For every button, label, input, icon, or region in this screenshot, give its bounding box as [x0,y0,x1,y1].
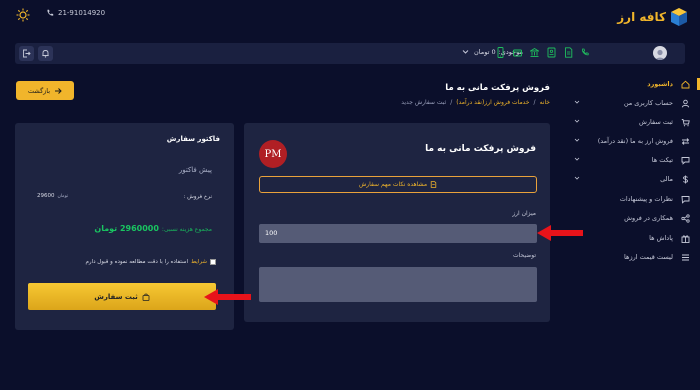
sidebar-item-finance[interactable]: مالی [568,172,690,186]
amount-input[interactable]: 100 [259,224,537,243]
share-icon [681,213,690,223]
notifications-button[interactable] [38,46,53,61]
brand-logo[interactable]: کافه ارز [617,7,688,27]
dollar-icon [683,175,688,183]
top-bar: کافه ارز 21-91014920 [0,0,700,34]
sidebar-item-label: نظرات و پیشنهادات [619,195,673,203]
sell-order-card: فروش پرفکت مانی به ما PM مشاهده نکات مهم… [244,123,550,322]
id-card-icon[interactable] [547,47,556,58]
sidebar-item-feedback[interactable]: نظرات و پیشنهادات [568,192,690,206]
breadcrumb-services[interactable]: خدمات فروش ارز(نقد درآمد) [456,99,529,106]
balance-value: 0 تومان [474,48,496,56]
invoice-card: فاکتور سفارش پیش فاکتور نرخ فروش : 29600… [15,123,234,330]
sidebar-item-label: لیست قیمت ارزها [624,253,673,261]
sidebar-item-label: حساب کاربری من [623,99,673,107]
sidebar-item-label: ثبت سفارش [638,118,673,126]
sidebar-item-label: فروش ارز به ما (نقد درآمد) [597,137,673,145]
document-icon [430,181,437,188]
home-icon [681,80,690,88]
arrow-right-icon [55,87,62,94]
user-avatar-icon [655,49,665,60]
terms-checkbox[interactable] [210,259,216,265]
document-icon[interactable] [564,47,573,58]
chevron-down-icon [462,50,469,54]
description-label: توضیحات [512,252,536,259]
sidebar-item-rewards[interactable]: پاداش ها [568,231,690,245]
total-label: مجموع هزینه نسبی: [161,226,212,233]
sidebar-item-label: داشبورد [647,80,673,88]
card-title: فروش پرفکت مانی به ما [425,144,536,154]
rate-label: نرخ فروش : [183,194,213,200]
list-icon [682,254,689,260]
sidebar-item-dashboard[interactable]: داشبورد [568,77,700,91]
bag-icon [142,293,150,301]
page-title: فروش پرفکت مانی به ما [445,83,550,93]
sidebar-item-sell-currency[interactable]: فروش ارز به ما (نقد درآمد) [568,134,690,148]
breadcrumb-current: ثبت سفارش جدید [401,99,447,106]
chevron-down-icon [574,176,580,180]
total-value: 2960000 تومان [94,224,159,233]
sidebar-item-label: مالی [660,175,673,183]
chat-icon [681,156,690,165]
phone-number: 21-91014920 [58,9,106,17]
pointer-arrow-amount [537,225,583,241]
logout-icon [23,49,31,58]
amount-label: میزان ارز [512,210,536,217]
sidebar-item-label: پاداش ها [649,234,673,242]
theme-toggle-icon[interactable] [16,8,30,22]
chevron-down-icon [574,100,580,104]
terms-text: استفاده را با دقت مطالعه نموده و قبول دا… [85,259,189,265]
invoice-subtitle: پیش فاکتور [178,166,212,174]
comment-icon [681,195,690,204]
sidebar-item-tickets[interactable]: تیکت ها [568,153,690,167]
sidebar-item-my-account[interactable]: حساب کاربری من [568,96,690,110]
rate-number: 29600 [37,193,55,199]
sidebar-item-place-order[interactable]: ثبت سفارش [568,115,690,129]
total-cost: مجموع هزینه نسبی: 2960000 تومان [94,224,212,233]
terms-link[interactable]: شرایط [191,259,207,265]
terms-agreement: شرایط استفاده را با دقت مطالعه نموده و ق… [85,259,216,265]
submit-label: ثبت سفارش [94,292,138,301]
rate-unit: تومان [57,194,69,199]
exchange-icon [681,137,690,145]
cube-logo-icon [671,8,687,26]
wallet-icon[interactable] [513,47,522,58]
sidebar-item-affiliate[interactable]: همکاری در فروش [568,211,690,225]
description-textarea[interactable] [259,267,537,302]
cart-icon [681,118,690,126]
gift-icon [681,234,690,243]
pointer-arrow-submit [204,289,251,305]
avatar[interactable] [653,46,667,60]
breadcrumb-home[interactable]: خانه [540,99,550,106]
sidebar-nav: داشبورد حساب کاربری من ثبت سفارش فروش ار… [568,74,700,274]
sidebar-item-price-list[interactable]: لیست قیمت ارزها [568,250,690,264]
bank-icon[interactable] [530,47,539,58]
logout-button[interactable] [19,46,34,61]
submit-order-button[interactable]: ثبت سفارش [28,283,216,310]
invoice-title: فاکتور سفارش [166,135,220,143]
chevron-down-icon [574,138,580,142]
back-button[interactable]: بازگشت [16,81,74,100]
sidebar-item-label: تیکت ها [651,156,673,164]
mobile-icon[interactable] [496,47,505,58]
breadcrumb: خانه / خدمات فروش ارز(نقد درآمد) / ثبت س… [401,99,550,106]
breadcrumb-separator: / [533,99,536,106]
account-toolbar: موجودی: 0 تومان [15,43,685,64]
logo-text: کافه ارز [617,10,666,24]
chevron-down-icon [574,157,580,161]
support-phone[interactable]: 21-91014920 [46,9,105,17]
notes-label: مشاهده نکات مهم سفارش [358,181,428,188]
breadcrumb-separator: / [450,99,453,106]
user-icon [681,99,690,107]
rate-value: 29600 تومان [37,193,68,199]
view-order-notes-button[interactable]: مشاهده نکات مهم سفارش [259,176,537,193]
back-label: بازگشت [27,86,51,95]
sidebar-item-label: همکاری در فروش [624,214,673,222]
bell-icon [42,50,49,58]
quick-actions [496,47,590,58]
chevron-down-icon [574,119,580,123]
phone-icon [47,9,54,16]
perfect-money-logo: PM [259,140,287,168]
phone-verify-icon[interactable] [581,47,590,58]
